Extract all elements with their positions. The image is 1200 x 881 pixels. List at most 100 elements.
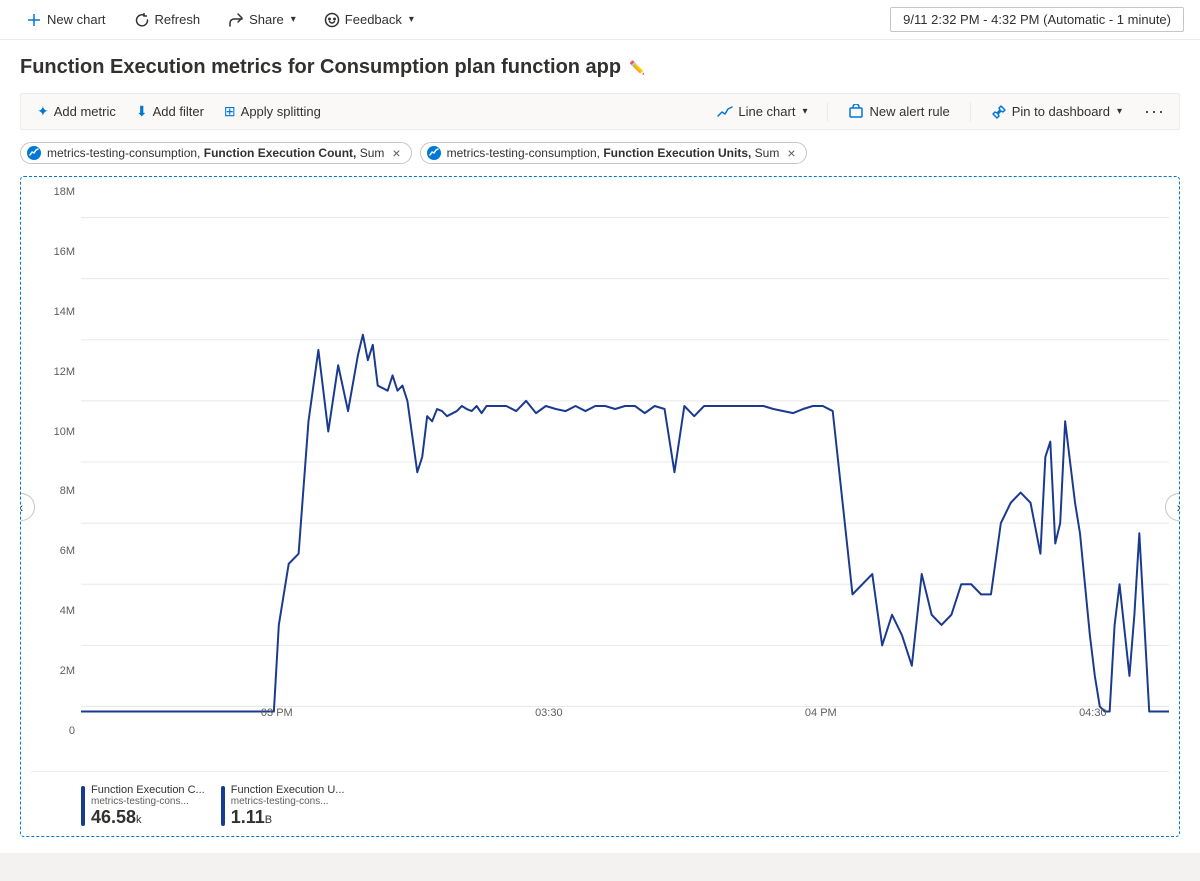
chip-units-close[interactable]: × (785, 146, 797, 160)
chip-count-bold: Function Execution Count, (204, 146, 357, 160)
x-axis: 03 PM 03:30 04 PM 04:30 (81, 707, 1169, 737)
pin-to-dashboard-label: Pin to dashboard (1012, 104, 1110, 119)
chart-legend: Function Execution C... metrics-testing-… (31, 771, 1169, 836)
add-filter-label: Add filter (153, 104, 204, 119)
y-label-12m: 12M (54, 367, 75, 378)
chip-units-bold: Function Execution Units, (603, 146, 751, 160)
legend-value-count: 46.58k (91, 807, 205, 828)
pin-icon (991, 104, 1007, 120)
apply-splitting-label: Apply splitting (241, 104, 321, 119)
chip-chart-icon (29, 148, 39, 158)
toolbar-divider (827, 102, 828, 122)
y-label-14m: 14M (54, 307, 75, 318)
y-label-16m: 16M (54, 247, 75, 258)
add-metric-icon: ✦ (37, 103, 49, 120)
chip-count-prefix: metrics-testing-consumption, (47, 146, 204, 160)
x-label-0430: 04:30 (1079, 707, 1107, 719)
new-chart-button[interactable]: New chart (16, 6, 116, 34)
chips-row: metrics-testing-consumption, Function Ex… (20, 142, 1180, 164)
legend-num-count: 46.58 (91, 807, 136, 827)
y-label-6m: 6M (60, 546, 75, 557)
chip-icon-count (27, 146, 41, 160)
legend-text-units: Function Execution U... metrics-testing-… (231, 784, 345, 828)
chip-count-suffix: Sum (356, 146, 384, 160)
chip-units-prefix: metrics-testing-consumption, (447, 146, 604, 160)
legend-unit-units: B (265, 814, 272, 826)
filter-icon: ⬇ (136, 103, 148, 120)
time-range-button[interactable]: 9/11 2:32 PM - 4:32 PM (Automatic - 1 mi… (890, 7, 1184, 32)
y-label-4m: 4M (60, 606, 75, 617)
toolbar-divider-2 (970, 102, 971, 122)
feedback-button[interactable]: Feedback ▾ (314, 6, 424, 34)
share-label: Share (249, 12, 284, 27)
share-button[interactable]: Share ▾ (218, 6, 306, 34)
pin-dropdown-arrow: ▾ (1117, 106, 1122, 117)
x-label-04pm: 04 PM (805, 707, 837, 719)
top-bar-left: New chart Refresh Share ▾ Feedba (16, 6, 424, 34)
pin-to-dashboard-button[interactable]: Pin to dashboard ▾ (983, 99, 1130, 125)
refresh-icon (134, 12, 150, 28)
chip-count-text: metrics-testing-consumption, Function Ex… (47, 146, 384, 160)
add-metric-button[interactable]: ✦ Add metric (29, 98, 124, 125)
page-title-row: Function Execution metrics for Consumpti… (20, 56, 1180, 79)
chart-svg (81, 187, 1169, 737)
chip-count-close[interactable]: × (390, 146, 402, 160)
refresh-label: Refresh (155, 12, 201, 27)
legend-sub-units: metrics-testing-cons... (231, 796, 345, 807)
chip-chart-icon-2 (429, 148, 439, 158)
top-bar: New chart Refresh Share ▾ Feedba (0, 0, 1200, 40)
chip-execution-count: metrics-testing-consumption, Function Ex… (20, 142, 412, 164)
legend-item-units: Function Execution U... metrics-testing-… (221, 784, 345, 828)
toolbar-right: Line chart ▾ New alert rule Pin to dashb… (709, 99, 1171, 125)
feedback-icon (324, 12, 340, 28)
chart-area: 18M 16M 14M 12M 10M 8M 6M 4M 2M 0 (31, 187, 1169, 767)
chart-toolbar: ✦ Add metric ⬇ Add filter ⊞ Apply splitt… (20, 93, 1180, 130)
add-metric-label: Add metric (54, 104, 116, 119)
new-alert-rule-button[interactable]: New alert rule (840, 99, 957, 125)
apply-splitting-button[interactable]: ⊞ Apply splitting (216, 98, 329, 125)
add-filter-button[interactable]: ⬇ Add filter (128, 98, 212, 125)
legend-value-units: 1.11B (231, 807, 345, 828)
alert-icon (848, 104, 864, 120)
time-range-label: 9/11 2:32 PM - 4:32 PM (Automatic - 1 mi… (903, 12, 1171, 27)
y-label-8m: 8M (60, 486, 75, 497)
line-chart-icon (717, 104, 733, 120)
more-options-button[interactable]: ··· (1138, 99, 1171, 124)
new-chart-label: New chart (47, 12, 106, 27)
legend-color-units (221, 786, 225, 826)
x-label-0330: 03:30 (535, 707, 563, 719)
legend-item-count: Function Execution C... metrics-testing-… (81, 784, 205, 828)
chip-units-suffix: Sum (751, 146, 779, 160)
main-content: Function Execution metrics for Consumpti… (0, 40, 1200, 853)
chip-icon-units (427, 146, 441, 160)
legend-sub-count: metrics-testing-cons... (91, 796, 205, 807)
line-chart-dropdown-arrow: ▾ (802, 106, 807, 117)
toolbar-left: ✦ Add metric ⬇ Add filter ⊞ Apply splitt… (29, 98, 329, 125)
line-chart-button[interactable]: Line chart ▾ (709, 99, 815, 125)
x-label-03pm: 03 PM (261, 707, 293, 719)
plus-icon (26, 12, 42, 28)
feedback-dropdown-arrow: ▾ (409, 14, 414, 25)
legend-text-count: Function Execution C... metrics-testing-… (91, 784, 205, 828)
edit-icon[interactable]: ✏️ (629, 60, 645, 76)
share-dropdown-arrow: ▾ (291, 14, 296, 25)
feedback-label: Feedback (345, 12, 402, 27)
legend-num-units: 1.11 (231, 807, 265, 827)
top-bar-right: 9/11 2:32 PM - 4:32 PM (Automatic - 1 mi… (890, 7, 1184, 32)
page-title: Function Execution metrics for Consumpti… (20, 56, 621, 79)
chart-plot: 03 PM 03:30 04 PM 04:30 (81, 187, 1169, 737)
share-icon (228, 12, 244, 28)
split-icon: ⊞ (224, 103, 236, 120)
y-label-2m: 2M (60, 666, 75, 677)
grid-lines (81, 218, 1169, 707)
legend-unit-count: k (136, 814, 142, 826)
y-axis: 18M 16M 14M 12M 10M 8M 6M 4M 2M 0 (31, 187, 81, 737)
chip-execution-units: metrics-testing-consumption, Function Ex… (420, 142, 807, 164)
refresh-button[interactable]: Refresh (124, 6, 211, 34)
legend-color-count (81, 786, 85, 826)
y-label-0: 0 (69, 726, 75, 737)
y-label-10m: 10M (54, 427, 75, 438)
chart-container: ‹ › 18M 16M 14M 12M 10M 8M 6M 4M 2M 0 (20, 176, 1180, 837)
chip-units-text: metrics-testing-consumption, Function Ex… (447, 146, 780, 160)
line-chart-label: Line chart (738, 104, 795, 119)
